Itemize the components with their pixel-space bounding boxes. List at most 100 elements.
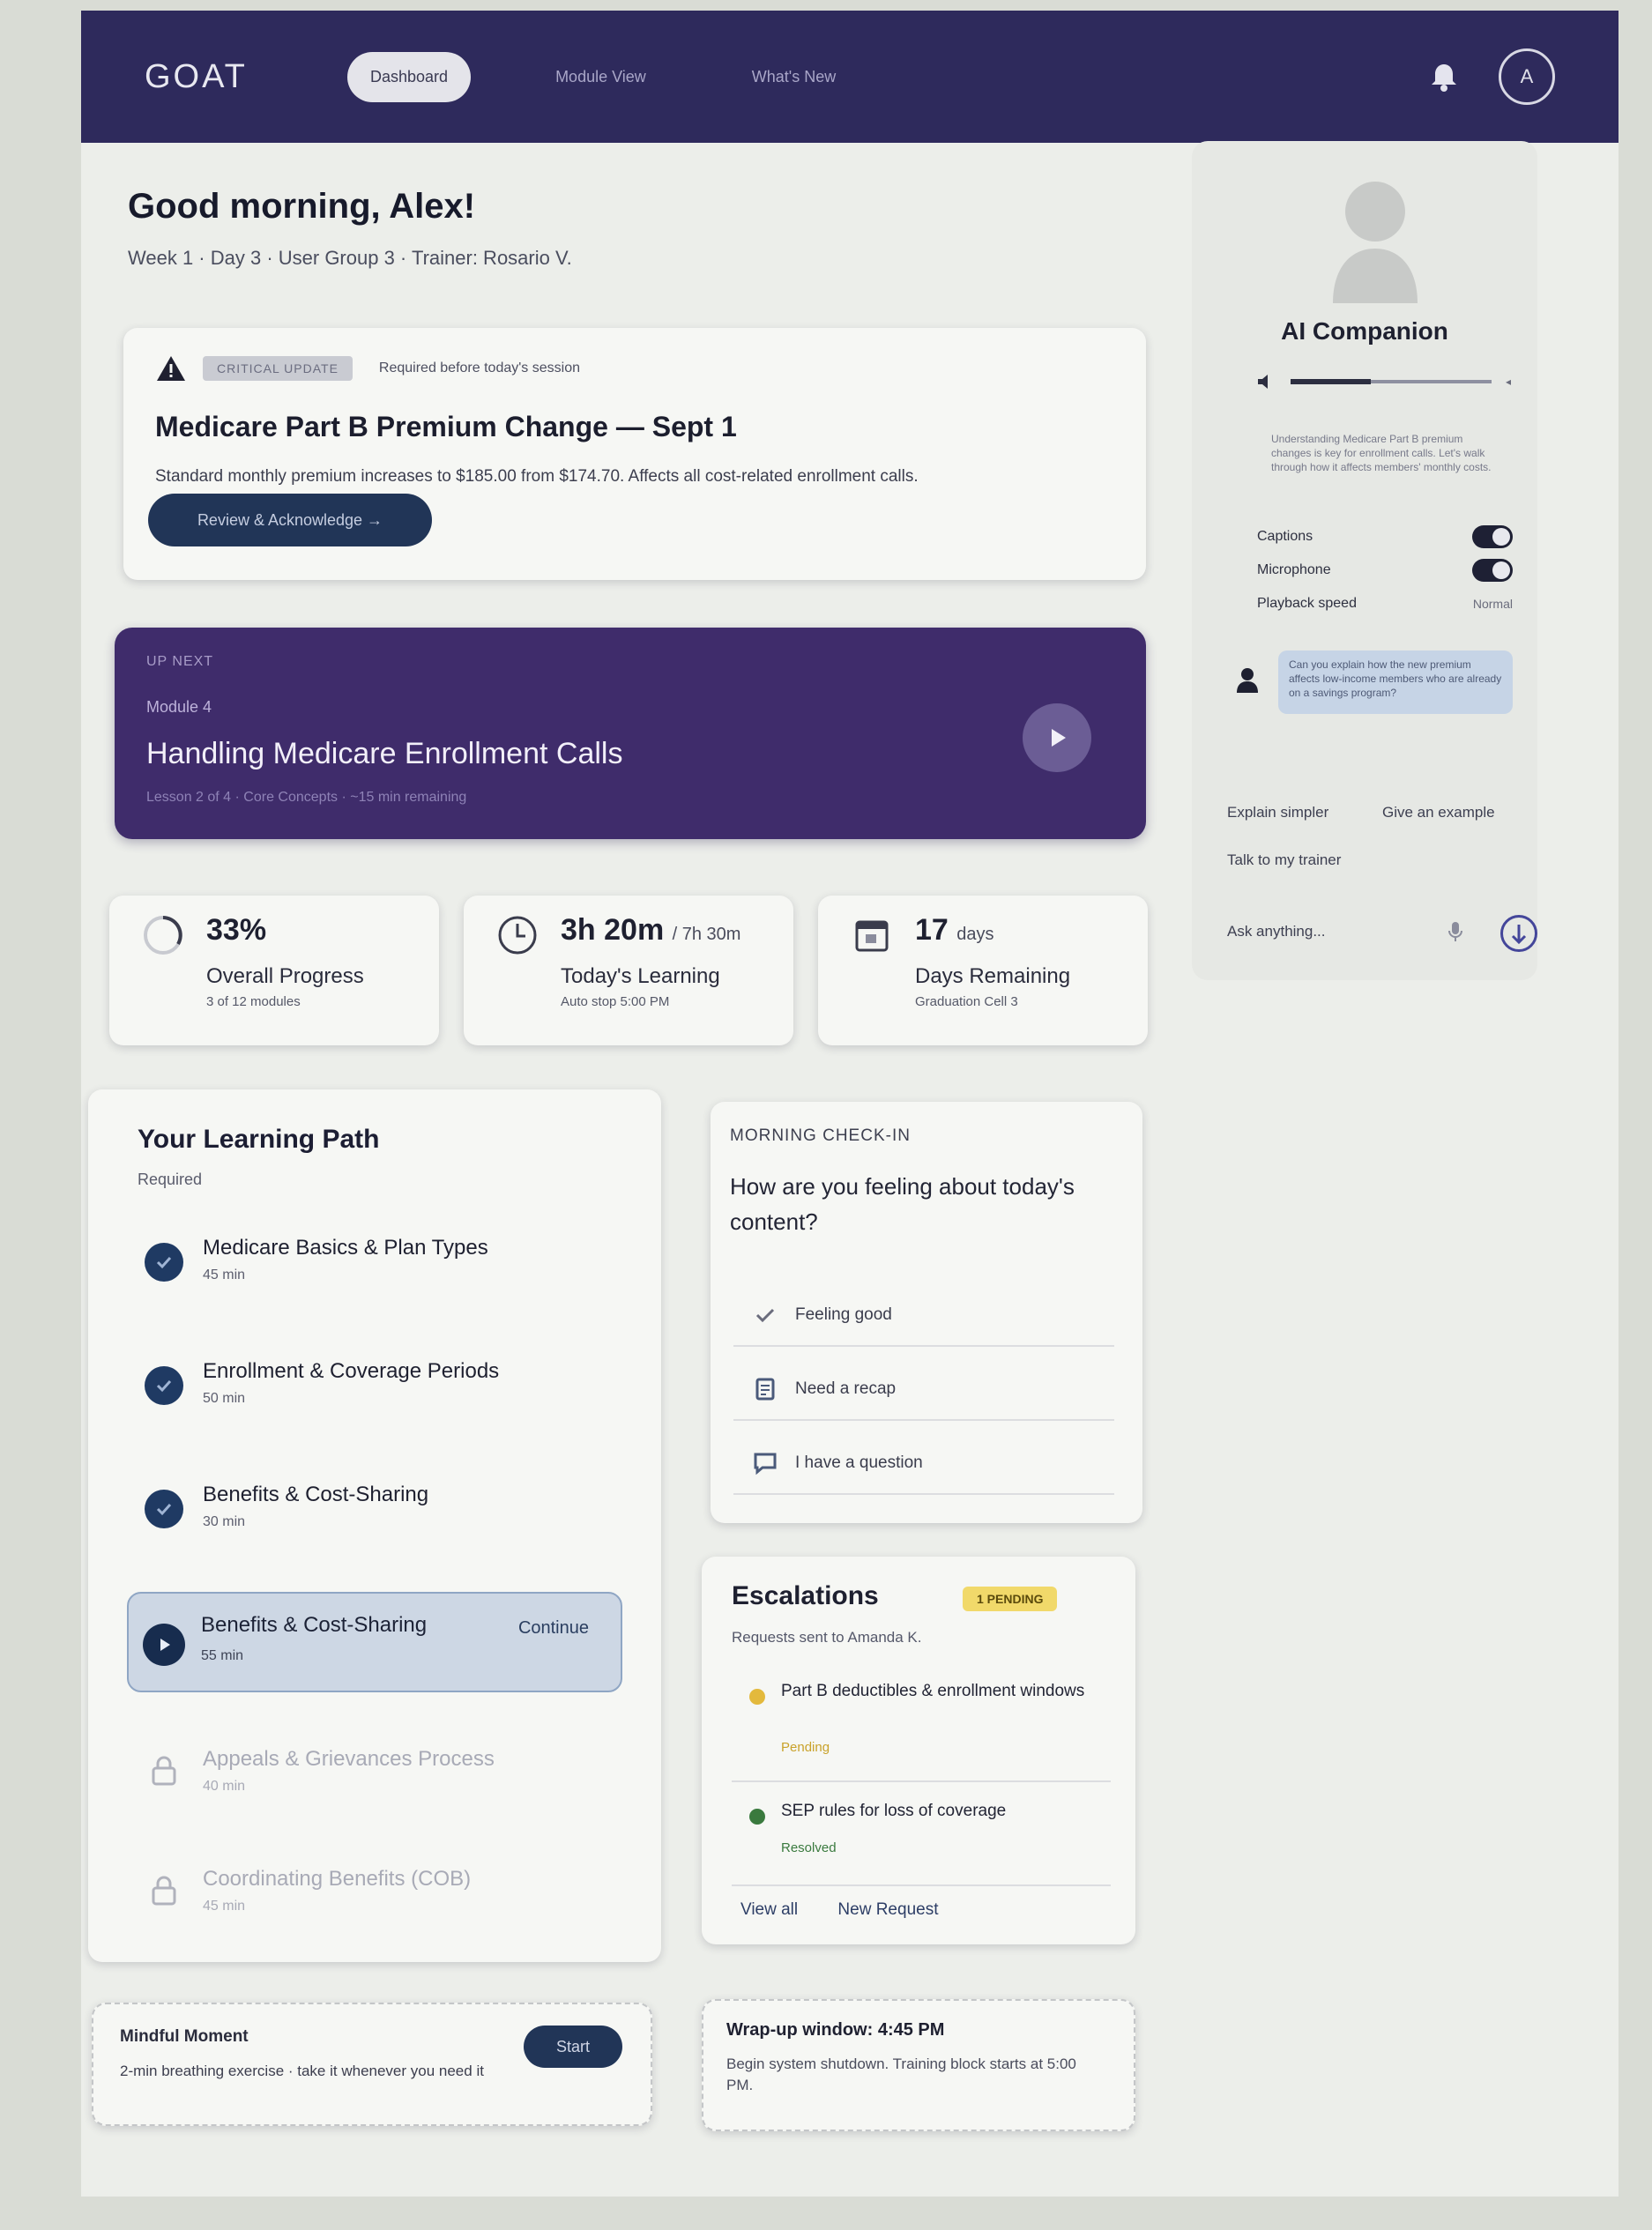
top-navigation-bar: GOAT Dashboard Module View What's New A [81, 11, 1619, 143]
path-item-locked: Coordinating Benefits (COB) 45 min [145, 1862, 638, 1959]
warning-icon [155, 354, 187, 383]
play-button[interactable] [1023, 703, 1091, 772]
chip-explain-simpler[interactable]: Explain simpler [1227, 804, 1328, 821]
stat-label: Today's Learning [561, 964, 720, 988]
app-logo: GOAT [145, 57, 248, 95]
user-avatar[interactable]: A [1499, 48, 1555, 105]
escalations-sub: Requests sent to Amanda K. [732, 1629, 922, 1646]
stat-sub: Auto stop 5:00 PM [561, 994, 670, 1009]
ai-chat-input[interactable]: Ask anything... [1227, 908, 1537, 955]
wrap-up-desc: Begin system shutdown. Training block st… [726, 2055, 1076, 2093]
nav-whats-new[interactable]: What's New [752, 68, 836, 86]
pending-badge: 1 PENDING [963, 1587, 1058, 1611]
up-next-title: Handling Medicare Enrollment Calls [146, 737, 623, 770]
pending-status-dot [749, 1689, 765, 1705]
nav-dashboard[interactable]: Dashboard [347, 51, 472, 102]
check-circle-icon [145, 1243, 183, 1282]
path-item-locked: Appeals & Grievances Process 40 min [145, 1742, 638, 1839]
user-icon [1236, 666, 1259, 693]
ai-companion-title: AI Companion [1281, 317, 1448, 345]
path-item-completed[interactable]: Medicare Basics & Plan Types 45 min [145, 1230, 638, 1327]
learning-path-title: Your Learning Path [138, 1125, 380, 1154]
chat-icon [753, 1451, 778, 1476]
continue-link[interactable]: Continue [518, 1618, 589, 1639]
resolved-status-dot [749, 1809, 765, 1825]
lock-icon [150, 1754, 178, 1786]
stat-sub: 3 of 12 modules [206, 994, 301, 1009]
stat-card-learning-time: 3h 20m / 7h 30m Today's Learning Auto st… [464, 896, 793, 1045]
chip-give-example[interactable]: Give an example [1382, 804, 1495, 821]
check-in-option-feeling-good[interactable]: Feeling good [733, 1285, 1114, 1347]
stat-card-progress: 33% Overall Progress 3 of 12 modules [109, 896, 439, 1045]
play-icon [1052, 729, 1066, 747]
play-circle-icon [143, 1624, 185, 1666]
up-next-kicker: UP NEXT [146, 654, 214, 669]
chip-talk-to-trainer[interactable]: Talk to my trainer [1227, 851, 1341, 869]
microphone-toggle-row[interactable]: Microphone [1257, 557, 1513, 584]
ai-transcript: Understanding Medicare Part B premium ch… [1271, 433, 1492, 473]
stat-label: Overall Progress [206, 964, 364, 988]
stat-value: 17 days [915, 913, 994, 947]
captions-toggle-row[interactable]: Captions [1257, 524, 1513, 550]
new-request-link[interactable]: New Request [837, 1900, 938, 1919]
morning-check-in-card: MORNING CHECK-IN How are you feeling abo… [711, 1102, 1142, 1523]
lock-icon [150, 1874, 178, 1906]
stat-sub: Graduation Cell 3 [915, 994, 1018, 1009]
learning-path-subtitle: Required [138, 1171, 203, 1188]
up-next-module: Module 4 [146, 698, 212, 716]
check-icon [753, 1303, 778, 1327]
check-in-option-question[interactable]: I have a question [733, 1433, 1114, 1495]
send-icon[interactable] [1500, 915, 1537, 952]
check-in-option-need-recap[interactable]: Need a recap [733, 1359, 1114, 1421]
check-in-question: How are you feeling about today's conten… [730, 1173, 1075, 1235]
bell-icon[interactable] [1426, 59, 1462, 94]
nav-module-view[interactable]: Module View [555, 68, 646, 86]
microphone-toggle[interactable] [1472, 559, 1513, 582]
check-circle-icon [145, 1490, 183, 1528]
alert-note: Required before today's session [378, 361, 580, 375]
review-acknowledge-button[interactable]: Review & Acknowledge → [148, 494, 432, 546]
start-button[interactable]: Start [524, 2026, 622, 2068]
stat-value: 3h 20m / 7h 30m [561, 913, 741, 947]
path-item-completed[interactable]: Enrollment & Coverage Periods 50 min [145, 1354, 638, 1451]
mindful-desc: 2-min breathing exercise · take it whene… [120, 2063, 484, 2079]
greeting-subline: Week 1 · Day 3 · User Group 3 · Trainer:… [128, 247, 572, 269]
audio-progress-track[interactable] [1291, 379, 1492, 384]
stat-label: Days Remaining [915, 964, 1071, 988]
up-next-card[interactable]: UP NEXT Module 4 Handling Medicare Enrol… [115, 628, 1146, 839]
path-item-completed[interactable]: Benefits & Cost-Sharing 30 min [145, 1477, 638, 1574]
speaker-icon [1258, 375, 1268, 389]
notes-icon [753, 1377, 778, 1401]
playback-speed-row[interactable]: Playback speed Normal [1257, 591, 1513, 617]
clock-icon [495, 913, 540, 957]
alert-title: Medicare Part B Premium Change — Sept 1 [155, 411, 737, 442]
audio-end-marker: ◂ [1505, 375, 1511, 388]
calendar-icon [850, 913, 894, 957]
escalation-item[interactable]: Part B deductibles & enrollment windows … [732, 1669, 1111, 1782]
alert-body: Standard monthly premium increases to $1… [155, 467, 919, 486]
critical-update-badge: CRITICAL UPDATE [203, 356, 353, 381]
learning-path-card: Your Learning Path Required Medicare Bas… [88, 1089, 661, 1962]
ai-avatar-icon [1322, 171, 1428, 303]
wrap-up-card: Wrap-up window: 4:45 PM Begin system shu… [702, 1999, 1135, 2131]
microphone-icon[interactable] [1447, 920, 1463, 943]
check-in-kicker: MORNING CHECK-IN [730, 1126, 911, 1145]
mindful-moment-card: Mindful Moment 2-min breathing exercise … [92, 2003, 652, 2126]
captions-toggle[interactable] [1472, 525, 1513, 548]
escalation-item[interactable]: SEP rules for loss of coverage Resolved [732, 1789, 1111, 1886]
wrap-up-title: Wrap-up window: 4:45 PM [726, 2020, 945, 2040]
ai-companion-panel: AI Companion ◂ Understanding Medicare Pa… [1192, 141, 1537, 980]
audio-player[interactable]: ◂ [1255, 368, 1511, 395]
progress-ring-icon [141, 913, 185, 957]
escalations-title: Escalations [732, 1581, 879, 1610]
stat-card-days-remaining: 17 days Days Remaining Graduation Cell 3 [818, 896, 1148, 1045]
mindful-title: Mindful Moment [120, 2027, 249, 2046]
greeting-title: Good morning, Alex! [128, 187, 476, 226]
check-circle-icon [145, 1366, 183, 1405]
view-all-link[interactable]: View all [740, 1900, 798, 1919]
path-item-active[interactable]: Benefits & Cost-Sharing 55 min Continue [127, 1592, 622, 1692]
user-message-bubble: Can you explain how the new premium affe… [1278, 650, 1513, 714]
up-next-meta: Lesson 2 of 4 · Core Concepts · ~15 min … [146, 790, 467, 805]
playback-speed-select[interactable]: Normal [1473, 597, 1513, 611]
escalations-card: Escalations 1 PENDING Requests sent to A… [702, 1557, 1135, 1944]
